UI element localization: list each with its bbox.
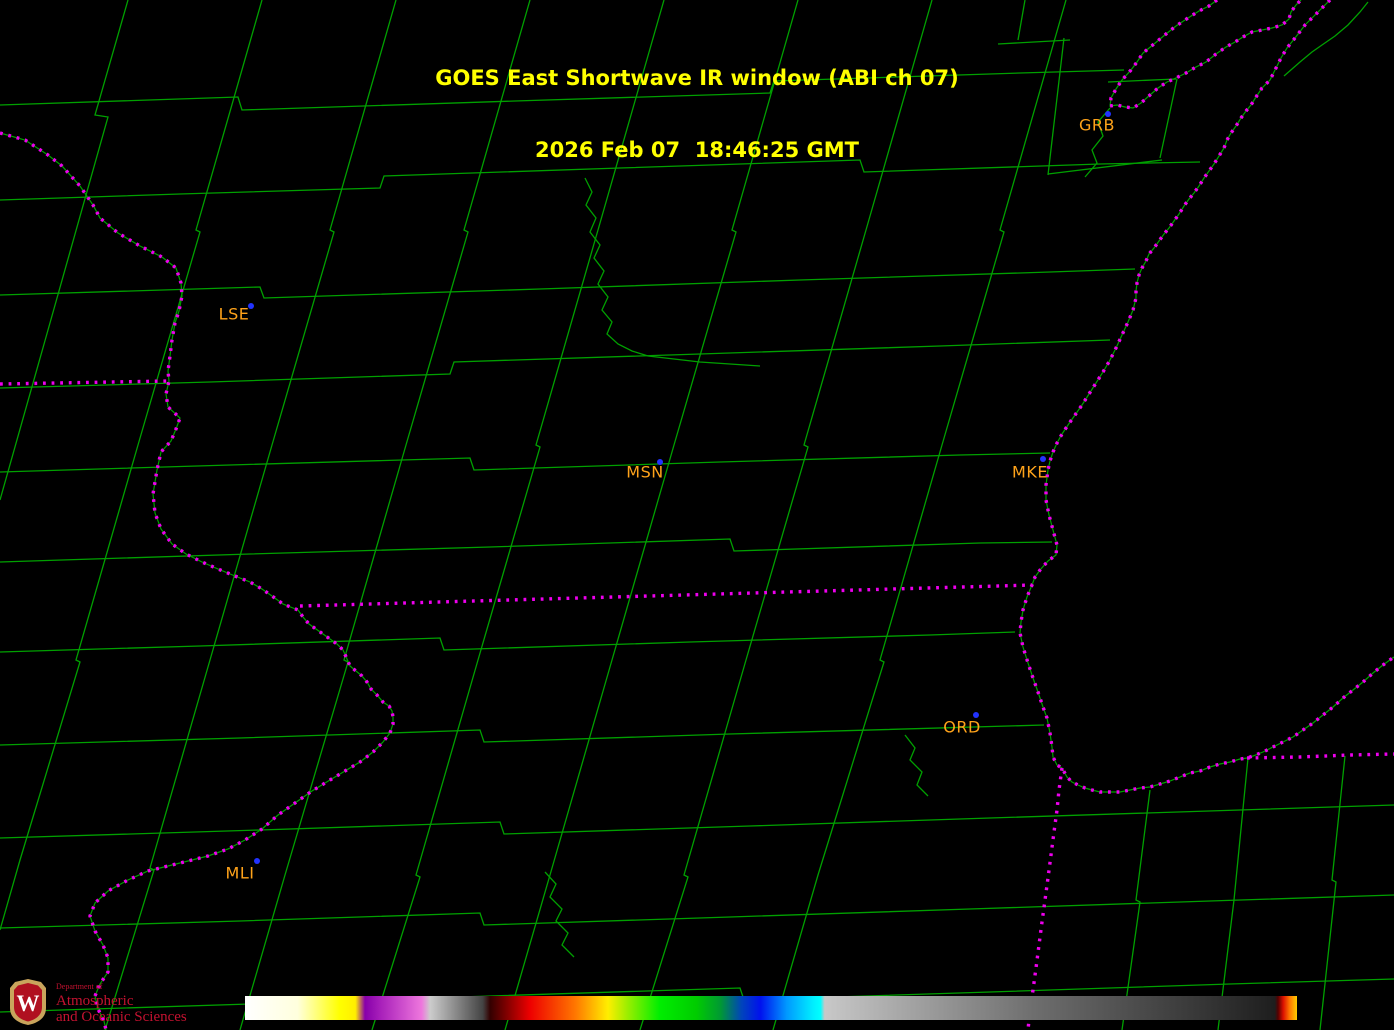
product-timestamp: 2026 Feb 07 18:46:25 GMT bbox=[0, 138, 1394, 162]
temperature-colorbar bbox=[245, 996, 1297, 1020]
logo-name-line1: Atmospheric bbox=[56, 993, 187, 1009]
station-label: MLI bbox=[226, 864, 255, 883]
station-dot bbox=[1040, 456, 1046, 462]
station-label: MKE bbox=[1012, 463, 1048, 482]
logo-dept-line: Department of bbox=[56, 982, 187, 991]
logo-text: Department of Atmospheric and Oceanic Sc… bbox=[56, 978, 187, 1025]
logo-name-line2: and Oceanic Sciences bbox=[56, 1009, 187, 1025]
satellite-image-viewport: GOES East Shortwave IR window (ABI ch 07… bbox=[0, 0, 1394, 1030]
crest-monogram: W bbox=[17, 991, 40, 1016]
station-label: GRB bbox=[1079, 116, 1115, 135]
station-dot bbox=[254, 858, 260, 864]
uw-crest-icon: W bbox=[8, 978, 48, 1026]
product-title: GOES East Shortwave IR window (ABI ch 07… bbox=[0, 66, 1394, 90]
station-label: MSN bbox=[626, 463, 663, 482]
station-label: ORD bbox=[943, 718, 981, 737]
station-label: LSE bbox=[219, 305, 250, 324]
product-title-block: GOES East Shortwave IR window (ABI ch 07… bbox=[0, 18, 1394, 210]
aos-logo: W Department of Atmospheric and Oceanic … bbox=[8, 978, 187, 1026]
